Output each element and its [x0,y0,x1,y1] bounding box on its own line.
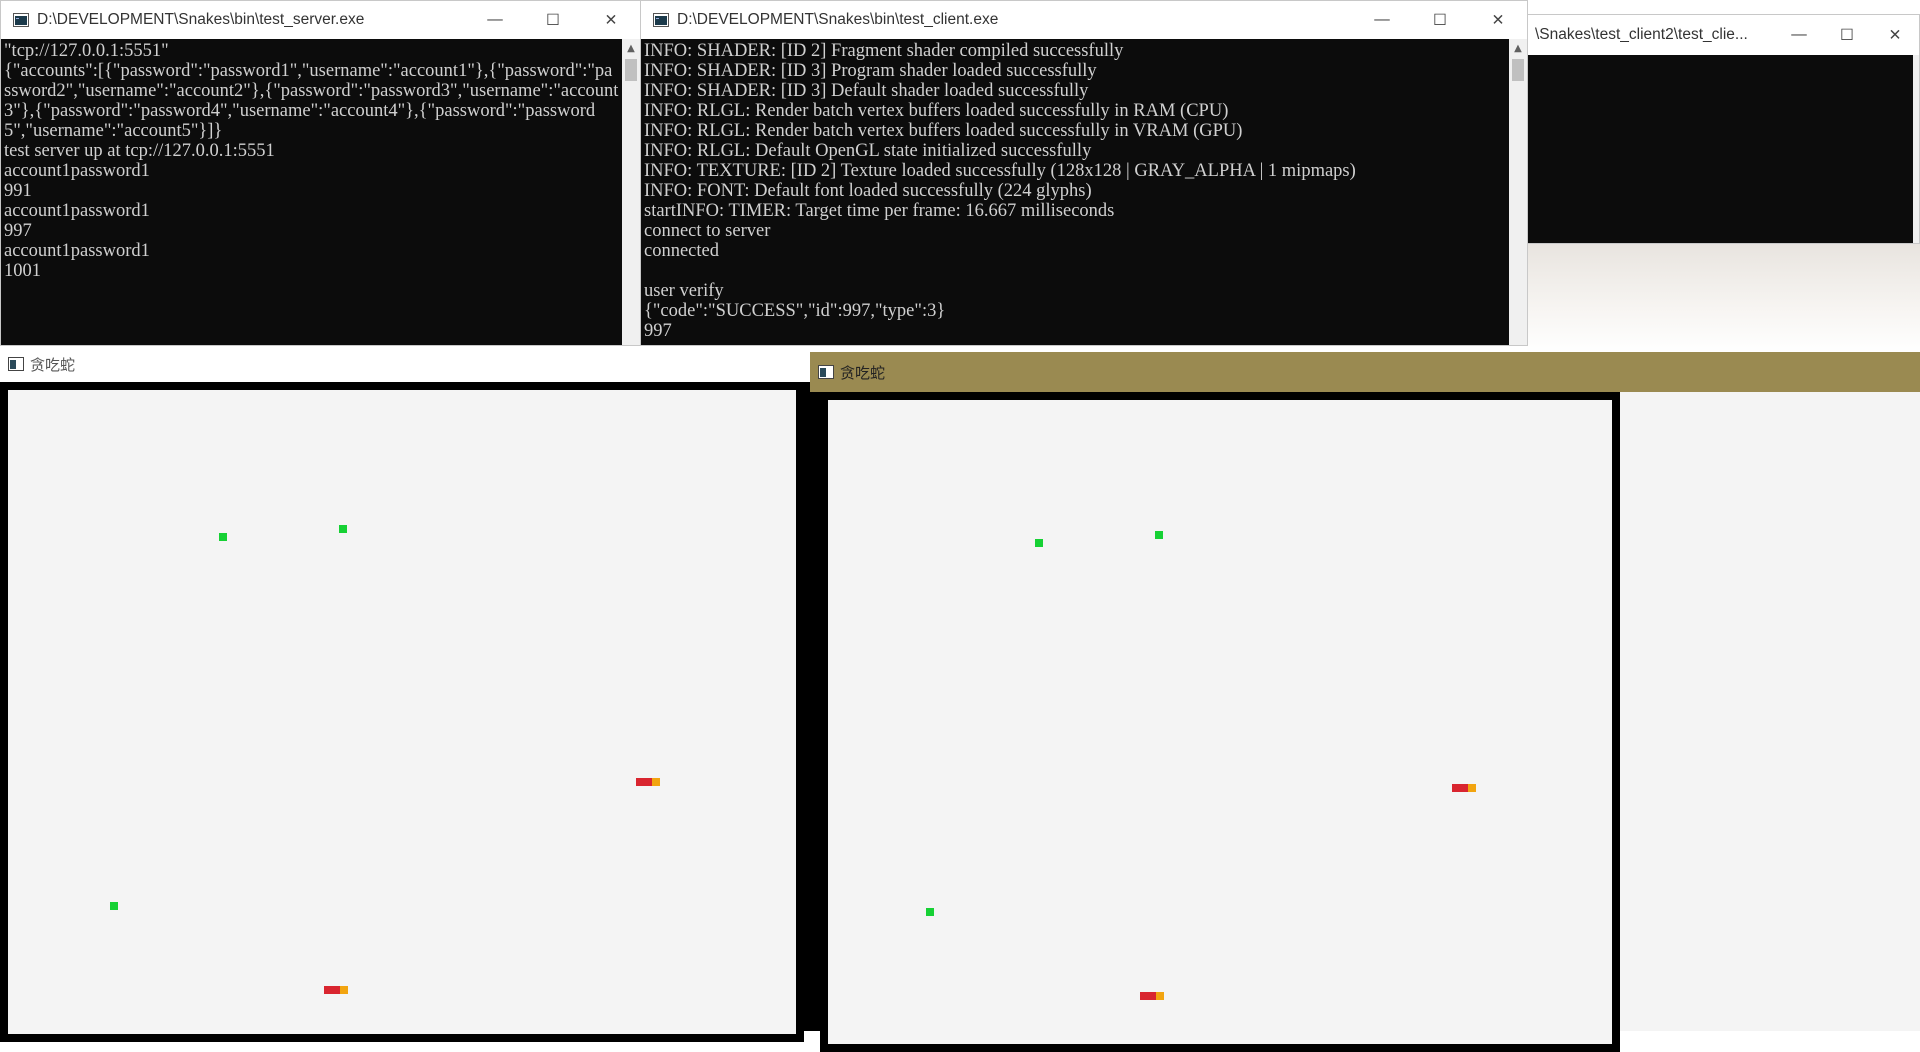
minimize-icon[interactable]: — [1353,1,1411,39]
game-window-left-titlebar[interactable]: 贪吃蛇 [0,346,810,382]
snake-head [1468,784,1476,792]
server-console-line: account1password1 [4,161,150,181]
client-console-line: {"code":"SUCCESS","id":997,"type":3} [644,301,946,321]
food-pellet [339,525,347,533]
client-console-line: INFO: SHADER: [ID 3] Default shader load… [644,81,1089,101]
server-console-line: {"accounts":[{"password":"password1","us… [4,61,619,141]
game-window-right-title: 贪吃蛇 [840,364,886,382]
snake-body [1140,992,1156,1000]
game-window-left-title: 贪吃蛇 [30,356,76,374]
food-pellet [926,908,934,916]
server-console-output: "tcp://127.0.0.1:5551" {"accounts":[{"pas… [1,39,622,345]
desktop-background [1527,243,1920,353]
client-console-line: INFO: RLGL: Render batch vertex buffers … [644,101,1229,121]
snake-head [340,986,348,994]
client-console-line: user verify [644,281,724,301]
client-console-line: connected [644,241,719,261]
server-console-line: account1password1 [4,201,150,221]
snake [1140,992,1164,1000]
scroll-up-icon[interactable]: ▲ [622,39,640,57]
console-app-icon [13,13,29,27]
snake [636,778,660,786]
snake-body [1452,784,1468,792]
maximize-icon[interactable]: ☐ [1411,1,1469,39]
client-console-line: INFO: FONT: Default font loaded successf… [644,181,1092,201]
minimize-icon[interactable]: — [466,1,524,39]
client2-window-title: \Snakes\test_client2\test_clie... [1535,26,1748,43]
close-icon[interactable]: ✕ [1871,15,1919,55]
game-field-left[interactable] [0,382,804,1042]
snake-head [1156,992,1164,1000]
server-console-line: 1001 [4,261,41,281]
client-console-line: 997 [644,321,672,341]
game-window-icon [818,365,834,379]
game-window-right[interactable]: 贪吃蛇 [810,352,1920,1052]
client-console-window[interactable]: D:\DEVELOPMENT\Snakes\bin\test_client.ex… [640,0,1528,346]
scroll-up-icon[interactable]: ▲ [1509,39,1527,57]
client-console-output: INFO: SHADER: [ID 2] Fragment shader com… [641,39,1509,345]
game-field-right[interactable] [820,392,1620,1052]
client-console-line: connect to server [644,221,771,241]
client2-console-window[interactable]: \Snakes\test_client2\test_clie... — ☐ ✕ [1520,14,1920,244]
console-app-icon [653,13,669,27]
snake-head [652,778,660,786]
client-console-line: INFO: RLGL: Default OpenGL state initial… [644,141,1092,161]
server-window-title: D:\DEVELOPMENT\Snakes\bin\test_server.ex… [37,11,365,28]
client-window-title: D:\DEVELOPMENT\Snakes\bin\test_client.ex… [677,11,999,28]
maximize-icon[interactable]: ☐ [1823,15,1871,55]
maximize-icon[interactable]: ☐ [524,1,582,39]
server-console-line: "tcp://127.0.0.1:5551" [4,41,169,61]
client2-scrollbar[interactable] [1913,55,1919,243]
scroll-thumb[interactable] [1512,59,1524,81]
game-window-left-border-right [804,382,810,1031]
scroll-thumb[interactable] [625,59,637,81]
server-console-line: test server up at tcp://127.0.0.1:5551 [4,141,275,161]
food-pellet [1155,531,1163,539]
client-scrollbar[interactable]: ▲ [1509,39,1527,345]
server-scrollbar[interactable]: ▲ [622,39,640,345]
close-icon[interactable]: ✕ [582,1,640,39]
snake [324,986,348,994]
snake-body [636,778,652,786]
game-window-icon [8,357,24,371]
food-pellet [1035,539,1043,547]
food-pellet [110,902,118,910]
client-console-line: INFO: SHADER: [ID 2] Fragment shader com… [644,41,1124,61]
snake-body [324,986,340,994]
server-console-window[interactable]: D:\DEVELOPMENT\Snakes\bin\test_server.ex… [0,0,641,346]
game-window-right-border-left [810,392,820,1031]
snake [1452,784,1476,792]
server-console-line: 991 [4,181,32,201]
food-pellet [219,533,227,541]
game-window-right-titlebar[interactable]: 贪吃蛇 [810,352,1920,392]
minimize-icon[interactable]: — [1775,15,1823,55]
client-console-line: INFO: SHADER: [ID 3] Program shader load… [644,61,1097,81]
server-console-line: account1password1 [4,241,150,261]
client-console-line: startINFO: TIMER: Target time per frame:… [644,201,1115,221]
server-console-line: 997 [4,221,32,241]
game-window-left[interactable]: 贪吃蛇 [0,346,810,1042]
client-console-line [644,261,1506,281]
client-console-line: INFO: RLGL: Render batch vertex buffers … [644,121,1243,141]
close-icon[interactable]: ✕ [1469,1,1527,39]
client-console-line: INFO: TEXTURE: [ID 2] Texture loaded suc… [644,161,1356,181]
client2-console-output [1521,55,1913,243]
